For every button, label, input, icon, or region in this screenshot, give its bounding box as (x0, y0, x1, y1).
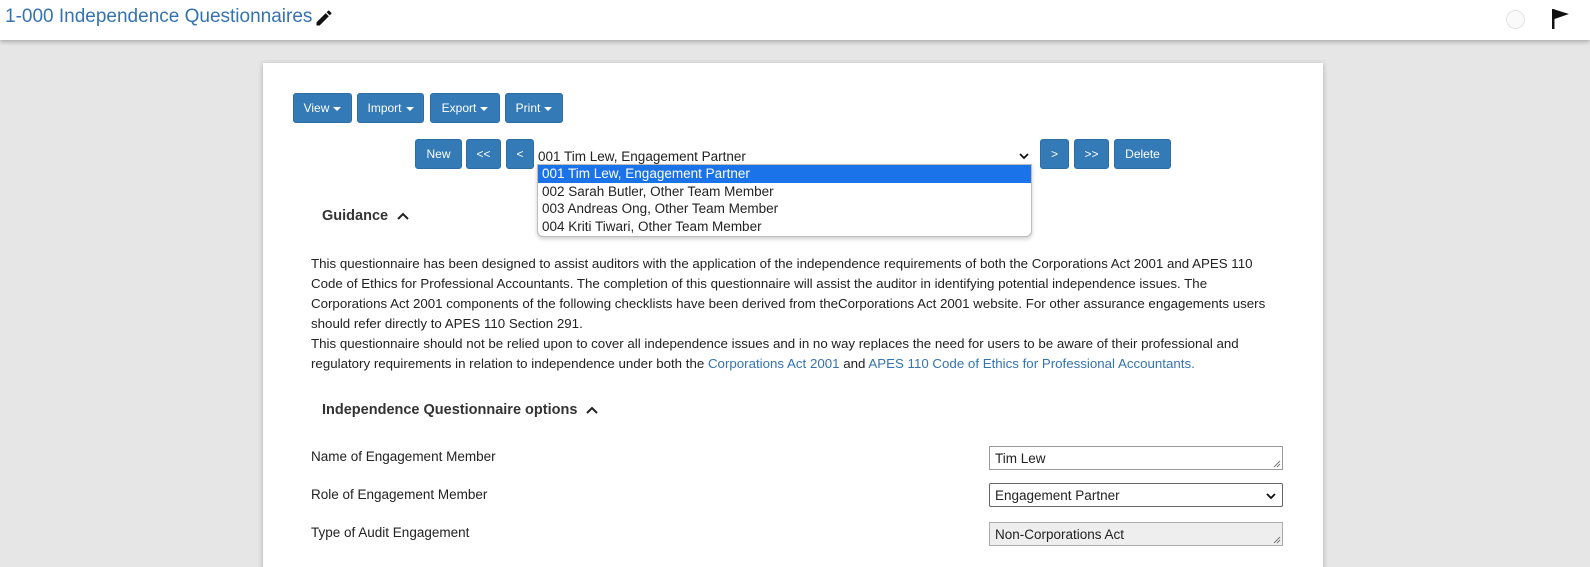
view-menu-button[interactable]: View (293, 93, 352, 123)
top-bar: 1-000 Independence Questionnaires (0, 0, 1590, 40)
engagement-member-role-value: Engagement Partner (995, 487, 1120, 503)
options-heading: Independence Questionnaire options (322, 402, 578, 418)
audit-engagement-type-field[interactable]: Non-Corporations Act (989, 522, 1283, 546)
chevron-up-icon (586, 406, 599, 414)
new-record-button[interactable]: New (415, 139, 462, 169)
pencil-icon[interactable] (314, 8, 334, 28)
audit-engagement-type-label: Type of Audit Engagement (311, 525, 470, 540)
circle-status-icon[interactable] (1506, 10, 1525, 29)
apes-110-link[interactable]: APES 110 Code of Ethics for Professional… (868, 356, 1194, 371)
print-menu-button[interactable]: Print (505, 93, 563, 123)
previous-record-button[interactable]: < (506, 139, 534, 169)
import-menu-label: Import (367, 101, 402, 115)
caret-down-icon (480, 106, 489, 111)
questionnaire-card: View Import Export Print New << < 001 Ti… (263, 63, 1323, 567)
view-menu-label: View (303, 101, 330, 115)
engagement-member-name-value: Tim Lew (995, 450, 1046, 466)
next-record-button[interactable]: > (1040, 139, 1069, 169)
guidance-toggle[interactable]: Guidance (322, 208, 410, 224)
import-menu-button[interactable]: Import (357, 93, 424, 123)
export-menu-button[interactable]: Export (430, 93, 500, 123)
guidance-text: This questionnaire has been designed to … (311, 254, 1276, 374)
last-record-button[interactable]: >> (1074, 139, 1109, 169)
dropdown-option[interactable]: 002 Sarah Butler, Other Team Member (538, 183, 1031, 201)
engagement-member-role-label: Role of Engagement Member (311, 487, 488, 502)
record-select[interactable]: 001 Tim Lew, Engagement Partner (536, 146, 1033, 166)
engagement-member-name-field[interactable]: Tim Lew (989, 446, 1283, 470)
engagement-member-role-select[interactable]: Engagement Partner (989, 483, 1283, 507)
guidance-joiner: and (839, 356, 869, 371)
delete-record-button[interactable]: Delete (1114, 139, 1171, 169)
first-record-button[interactable]: << (466, 139, 501, 169)
corporations-act-link[interactable]: Corporations Act 2001 (708, 356, 840, 371)
flag-icon[interactable] (1551, 8, 1571, 30)
guidance-heading: Guidance (322, 208, 389, 224)
guidance-paragraph-2: This questionnaire should not be relied … (311, 334, 1276, 374)
resize-grip-icon[interactable] (1273, 536, 1281, 544)
record-select-value: 001 Tim Lew, Engagement Partner (538, 148, 746, 164)
record-dropdown-list: 001 Tim Lew, Engagement Partner 002 Sara… (537, 164, 1032, 237)
chevron-down-icon (1019, 153, 1029, 160)
chevron-up-icon (397, 212, 409, 220)
chevron-down-icon (1266, 493, 1276, 500)
dropdown-option[interactable]: 001 Tim Lew, Engagement Partner (538, 165, 1031, 183)
resize-grip-icon[interactable] (1273, 460, 1281, 468)
print-menu-label: Print (515, 101, 541, 115)
export-menu-label: Export (441, 101, 477, 115)
page-title[interactable]: 1-000 Independence Questionnaires (5, 6, 312, 28)
engagement-member-name-label: Name of Engagement Member (311, 449, 496, 464)
dropdown-option[interactable]: 003 Andreas Ong, Other Team Member (538, 200, 1031, 218)
options-toggle[interactable]: Independence Questionnaire options (322, 402, 599, 418)
caret-down-icon (333, 106, 342, 111)
caret-down-icon (544, 106, 553, 111)
caret-down-icon (405, 106, 414, 111)
audit-engagement-type-value: Non-Corporations Act (995, 526, 1125, 542)
guidance-paragraph-1: This questionnaire has been designed to … (311, 256, 1266, 331)
dropdown-option[interactable]: 004 Kriti Tiwari, Other Team Member (538, 218, 1031, 236)
